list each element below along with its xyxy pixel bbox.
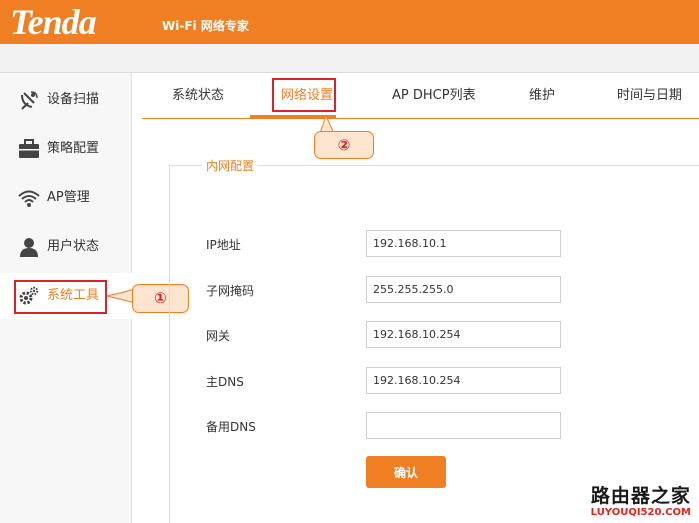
sidebar-item-device-scan[interactable]: 设备扫描 xyxy=(0,77,132,123)
watermark-url: LUYOUQI520.COM xyxy=(590,507,691,518)
tab-bar: 系统状态 网络设置 AP DHCP列表 维护 时间与日期 xyxy=(142,73,699,119)
sidebar-item-label: 设备扫描 xyxy=(47,92,100,107)
confirm-button[interactable]: 确认 xyxy=(366,456,446,488)
subnet-mask-label: 子网掩码 xyxy=(206,284,255,298)
header-subbar xyxy=(0,44,699,73)
ip-address-label: IP地址 xyxy=(206,238,241,252)
gateway-label: 网关 xyxy=(206,329,231,343)
secondary-dns-input[interactable] xyxy=(366,412,561,439)
sidebar-item-user-status[interactable]: 用户状态 xyxy=(0,224,132,270)
sidebar-item-ap-manage[interactable]: AP管理 xyxy=(0,175,132,221)
watermark-title: 路由器之家 xyxy=(590,485,691,507)
sidebar-item-label: AP管理 xyxy=(47,190,90,205)
sidebar-item-label: 用户状态 xyxy=(47,239,100,254)
primary-dns-input[interactable] xyxy=(366,367,561,394)
watermark: 路由器之家 LUYOUQI520.COM xyxy=(591,485,691,519)
gateway-input[interactable] xyxy=(366,321,561,348)
header-subtitle: Wi-Fi 网络专家 xyxy=(162,19,249,33)
secondary-dns-label: 备用DNS xyxy=(206,420,256,434)
tab-ap-dhcp-list[interactable]: AP DHCP列表 xyxy=(392,87,476,105)
highlight-box-network-settings xyxy=(272,78,336,112)
callout-step-2: ② xyxy=(314,131,374,159)
subnet-mask-input[interactable] xyxy=(366,276,561,303)
satellite-dish-icon xyxy=(21,91,38,110)
top-header: Tenda Wi-Fi 网络专家 xyxy=(0,0,699,44)
lan-config-legend: 内网配置 xyxy=(202,158,259,174)
ip-address-input[interactable] xyxy=(366,230,561,257)
primary-dns-label: 主DNS xyxy=(206,375,244,389)
sidebar-item-label: 策略配置 xyxy=(47,141,100,156)
tab-maintenance[interactable]: 维护 xyxy=(529,87,555,105)
sidebar-item-policy-config[interactable]: 策略配置 xyxy=(0,126,132,172)
wifi-icon xyxy=(18,190,40,207)
tab-system-status[interactable]: 系统状态 xyxy=(172,87,224,105)
tenda-logo: Tenda xyxy=(10,2,97,42)
user-icon xyxy=(20,238,38,257)
highlight-box-system-tools xyxy=(14,280,107,314)
tab-time-date[interactable]: 时间与日期 xyxy=(617,87,682,105)
briefcase-icon xyxy=(19,139,39,158)
